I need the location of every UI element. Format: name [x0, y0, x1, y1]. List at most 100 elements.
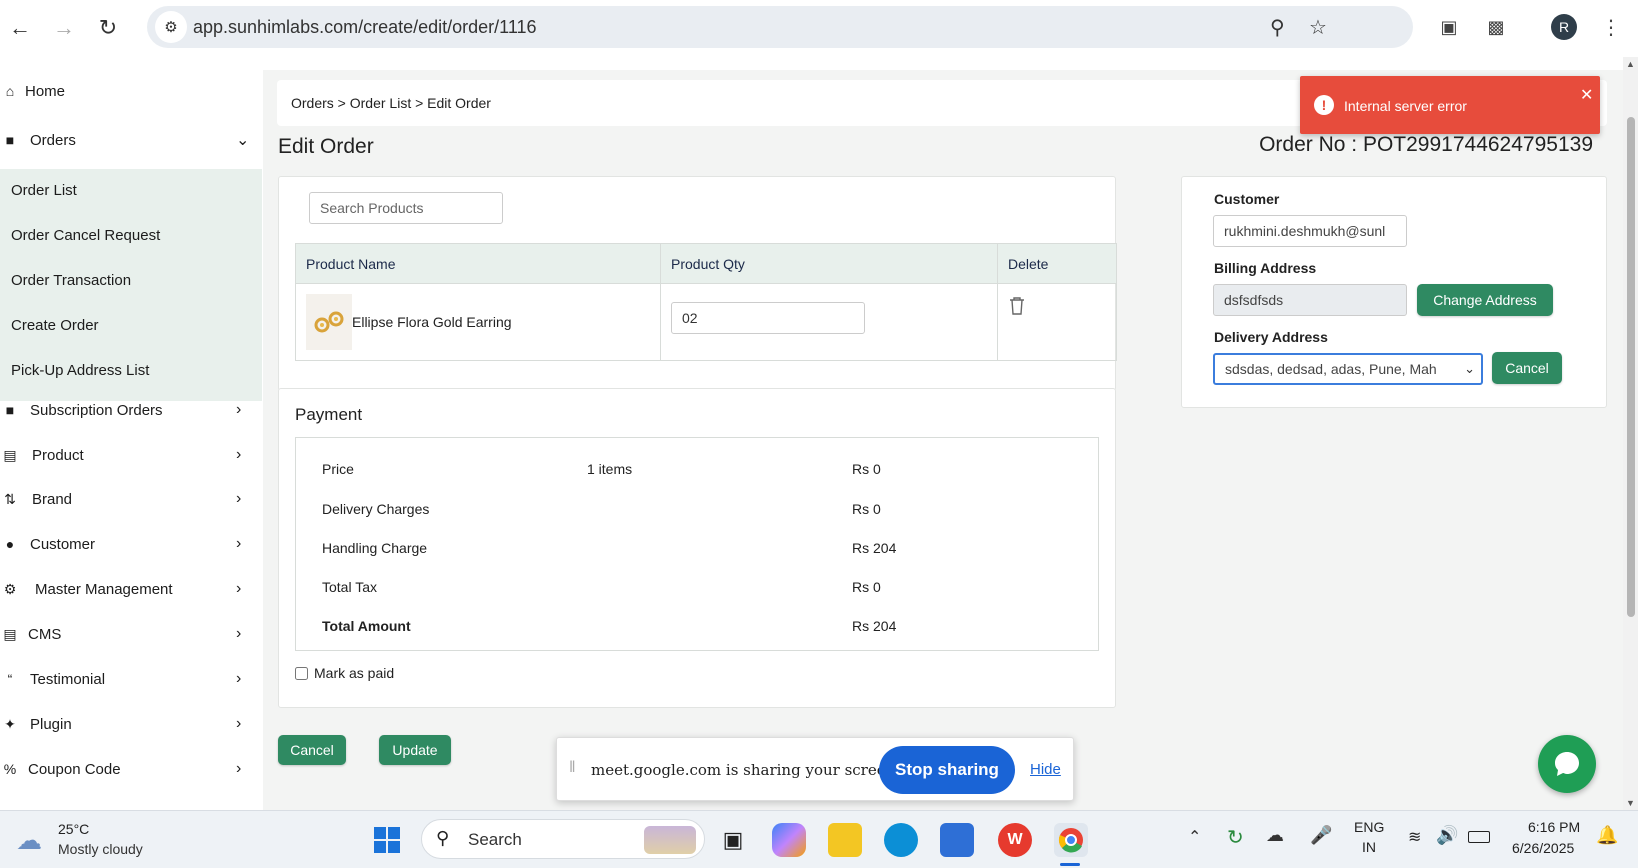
page-scrollbar[interactable]: ▲ ▼	[1623, 57, 1638, 810]
weather-temp[interactable]: 25°C	[58, 821, 89, 837]
zoom-icon[interactable]: ⚲	[1270, 15, 1285, 40]
product-name: Ellipse Flora Gold Earring	[352, 314, 512, 330]
chevron-right-icon: ›	[236, 625, 242, 642]
edge-icon[interactable]	[884, 823, 918, 857]
trash-icon[interactable]	[1008, 296, 1026, 316]
sidebar-item-cms[interactable]: ▤ CMS ›	[0, 612, 262, 656]
sidebar-item-plugin[interactable]: ✦ Plugin ›	[0, 702, 262, 746]
address-bar[interactable]: ⚙ app.sunhimlabs.com/create/edit/order/1…	[147, 6, 1413, 48]
payment-row-tax: Total Tax Rs 0	[322, 579, 881, 595]
drag-handle-icon[interactable]: ‖	[569, 759, 576, 777]
weather-cloud-icon[interactable]: ☁	[16, 825, 42, 856]
extension-icon[interactable]: ▣	[1436, 14, 1462, 40]
copilot-icon[interactable]	[772, 823, 806, 857]
delivery-cancel-button[interactable]: Cancel	[1492, 352, 1562, 384]
submenu-order-list[interactable]: Order List	[11, 182, 77, 199]
windows-taskbar: ☁ 25°C Mostly cloudy ⚲ Search ▣ W ⌃ ↻ ☁ …	[0, 810, 1638, 868]
chevron-right-icon: ›	[236, 670, 242, 687]
browser-toolbar: ← → ↻ ⚙ app.sunhimlabs.com/create/edit/o…	[0, 0, 1638, 55]
browser-menu-icon[interactable]: ⋮	[1598, 14, 1624, 40]
show-hidden-icons[interactable]: ⌃	[1188, 827, 1201, 847]
main-content: Orders > Order List > Edit Order Edit Or…	[263, 70, 1623, 810]
store-icon[interactable]	[940, 823, 974, 857]
sidebar-item-testimonial[interactable]: “ Testimonial ›	[0, 657, 262, 701]
chevron-right-icon: ›	[236, 535, 242, 552]
submenu-order-transaction[interactable]: Order Transaction	[11, 272, 131, 289]
submenu-create-order[interactable]: Create Order	[11, 317, 99, 334]
cancel-button[interactable]: Cancel	[278, 735, 346, 765]
volume-icon[interactable]: 🔊	[1436, 825, 1458, 846]
search-icon: ⚲	[436, 828, 450, 848]
quantity-input[interactable]	[671, 302, 865, 334]
profile-avatar[interactable]: R	[1551, 14, 1577, 40]
sidebar-item-customer[interactable]: ● Customer ›	[0, 522, 262, 566]
forward-icon[interactable]: →	[46, 10, 82, 46]
chevron-right-icon: ›	[236, 401, 242, 418]
close-icon[interactable]: ✕	[1580, 85, 1593, 105]
extensions-puzzle-icon[interactable]: ▩	[1483, 14, 1509, 40]
product-name-cell: Ellipse Flora Gold Earring	[295, 283, 661, 361]
sidebar-item-coupon-code[interactable]: % Coupon Code ›	[0, 747, 262, 791]
chevron-down-icon: ⌄	[236, 132, 250, 149]
wps-office-icon[interactable]: W	[998, 823, 1032, 857]
submenu-order-cancel-request[interactable]: Order Cancel Request	[11, 227, 160, 244]
puzzle-icon: ✦	[4, 715, 16, 732]
mark-as-paid[interactable]: Mark as paid	[295, 665, 394, 681]
windows-start-icon[interactable]	[370, 823, 404, 857]
file-icon: ▤	[3, 625, 17, 642]
weather-desc[interactable]: Mostly cloudy	[58, 841, 143, 857]
stop-sharing-button[interactable]: Stop sharing	[879, 746, 1015, 794]
sidebar-item-subscription-orders[interactable]: ■ Subscription Orders ›	[0, 388, 262, 432]
language-bottom[interactable]: IN	[1362, 839, 1376, 855]
sidebar-item-master-management[interactable]: ⚙ Master Management ›	[0, 567, 262, 611]
delivery-address-select[interactable]: sdsdas, dedsad, adas, Pune, Mah ⌄	[1213, 353, 1483, 385]
update-button[interactable]: Update	[379, 735, 451, 765]
breadcrumb[interactable]: Orders > Order List > Edit Order	[291, 95, 491, 111]
customer-panel: Customer rukhmini.deshmukh@sunl Billing …	[1181, 176, 1607, 408]
notification-icon[interactable]: 🔔	[1596, 825, 1618, 846]
clock-time[interactable]: 6:16 PM	[1528, 819, 1580, 835]
back-icon[interactable]: ←	[2, 10, 38, 46]
bookmark-star-icon[interactable]: ☆	[1309, 15, 1327, 40]
search-products-input[interactable]	[309, 192, 503, 224]
table-header-row: Product Name Product Qty Delete	[295, 243, 1117, 284]
chat-button[interactable]	[1538, 735, 1596, 793]
sidebar: ⌂ Home ■ Orders ⌄ Order List Order Cance…	[0, 57, 262, 810]
box-icon: ▤	[3, 446, 17, 463]
active-app-indicator	[1060, 863, 1080, 866]
sidebar-item-orders[interactable]: ■ Orders ⌄	[0, 118, 262, 162]
battery-icon[interactable]	[1468, 831, 1490, 843]
delivery-address-label: Delivery Address	[1214, 329, 1328, 345]
search-highlight-image	[644, 826, 696, 854]
sidebar-item-brand[interactable]: ⇅ Brand ›	[0, 477, 262, 521]
scrollbar-thumb[interactable]	[1627, 117, 1635, 617]
clock-date[interactable]: 6/26/2025	[1512, 840, 1574, 856]
quote-icon: “	[7, 671, 13, 687]
task-view-icon[interactable]: ▣	[716, 823, 750, 857]
chrome-icon[interactable]	[1054, 823, 1088, 857]
sync-icon[interactable]: ↻	[1227, 825, 1244, 850]
microphone-icon[interactable]: 🎤	[1310, 825, 1332, 846]
change-address-button[interactable]: Change Address	[1417, 284, 1553, 316]
onedrive-icon[interactable]: ☁	[1266, 825, 1284, 846]
customer-email-field[interactable]: rukhmini.deshmukh@sunl	[1213, 215, 1407, 247]
url-text[interactable]: app.sunhimlabs.com/create/edit/order/111…	[193, 17, 537, 38]
scroll-down-icon[interactable]: ▼	[1626, 798, 1635, 808]
scroll-up-icon[interactable]: ▲	[1626, 59, 1635, 69]
file-explorer-icon[interactable]	[828, 823, 862, 857]
sidebar-item-home[interactable]: ⌂ Home	[0, 69, 262, 113]
language-top[interactable]: ENG	[1354, 819, 1384, 835]
hide-link[interactable]: Hide	[1030, 761, 1061, 778]
site-info-icon[interactable]: ⚙	[155, 11, 187, 43]
wifi-icon[interactable]: ≋	[1408, 827, 1421, 847]
reload-icon[interactable]: ↻	[90, 10, 126, 46]
percent-icon: %	[3, 761, 17, 777]
product-qty-cell	[660, 283, 998, 361]
taskbar-search[interactable]: ⚲ Search	[421, 819, 705, 859]
error-toast: ! Internal server error ✕	[1300, 76, 1600, 134]
sidebar-item-product[interactable]: ▤ Product ›	[0, 433, 262, 477]
orders-submenu: Order List Order Cancel Request Order Tr…	[0, 169, 262, 401]
submenu-pickup-address-list[interactable]: Pick-Up Address List	[11, 362, 149, 379]
mark-as-paid-checkbox[interactable]	[295, 666, 308, 680]
payment-row-total: Total Amount Rs 204	[322, 618, 897, 634]
